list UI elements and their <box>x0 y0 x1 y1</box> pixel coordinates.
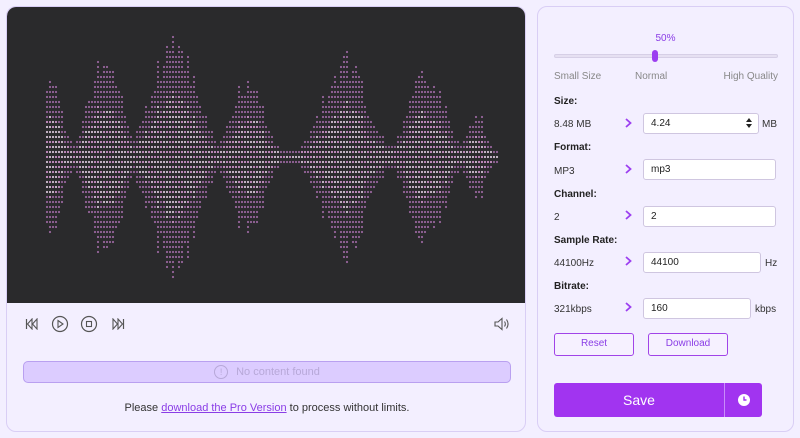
notice-text: No content found <box>236 366 320 378</box>
channel-original: 2 <box>554 212 560 223</box>
rewind-icon <box>25 318 38 330</box>
reset-button[interactable]: Reset <box>554 333 634 356</box>
quality-slider[interactable] <box>554 50 778 62</box>
pro-prefix: Please <box>124 402 159 414</box>
bitrate-original: 321kbps <box>554 304 592 315</box>
forward-button[interactable] <box>107 313 129 335</box>
waveform-preview <box>7 7 525 303</box>
chevron-right-icon <box>625 164 632 174</box>
slider-percent: 50% <box>655 33 676 44</box>
size-input-value: 4.24 <box>651 118 671 129</box>
save-label: Save <box>623 392 655 408</box>
small-size-label: Small Size <box>554 71 602 82</box>
settings-panel: 50% Small Size Normal High Quality Size:… <box>537 6 794 432</box>
volume-icon <box>494 317 509 331</box>
stop-button[interactable] <box>78 313 100 335</box>
pro-version-notice: Please download the Pro Version to proce… <box>7 402 525 414</box>
forward-icon <box>112 318 125 330</box>
sample-rate-input[interactable]: 44100 <box>643 252 761 273</box>
no-content-bar: ! No content found <box>23 361 511 383</box>
slider-labels: Small Size Normal High Quality <box>554 71 778 83</box>
sample-rate-unit: Hz <box>765 258 778 269</box>
high-quality-label: High Quality <box>723 71 778 82</box>
info-icon: ! <box>214 365 229 379</box>
volume-button[interactable] <box>491 313 513 335</box>
playback-controls <box>21 313 511 337</box>
size-title: Size: <box>554 96 578 107</box>
waveform-graphic <box>45 35 499 279</box>
format-original: MP3 <box>554 166 575 177</box>
channel-input[interactable]: 2 <box>643 206 776 227</box>
chevron-right-icon <box>625 210 632 220</box>
size-unit: MB <box>762 119 777 130</box>
download-button[interactable]: Download <box>648 333 728 356</box>
play-button[interactable] <box>49 313 71 335</box>
format-title: Format: <box>554 142 592 153</box>
sample-rate-original: 44100Hz <box>554 258 595 269</box>
sample-rate-title: Sample Rate: <box>554 235 618 246</box>
save-button[interactable]: Save <box>554 383 762 417</box>
slider-thumb[interactable] <box>651 50 658 62</box>
pro-suffix: to process without limits. <box>289 402 410 414</box>
play-icon <box>51 315 69 333</box>
download-pro-link[interactable]: download the Pro Version <box>161 402 286 414</box>
format-input[interactable]: mp3 <box>643 159 776 180</box>
stop-icon <box>80 315 98 333</box>
bitrate-title: Bitrate: <box>554 281 590 292</box>
bitrate-input[interactable]: 160 <box>643 298 751 319</box>
clock-icon <box>737 394 750 406</box>
schedule-button[interactable] <box>725 383 762 417</box>
bitrate-unit: kbps <box>755 304 777 315</box>
chevron-right-icon <box>625 118 632 128</box>
preview-panel: ! No content found Please download the P… <box>6 6 526 432</box>
rewind-button[interactable] <box>21 313 43 335</box>
normal-label: Normal <box>635 71 668 82</box>
size-input[interactable]: 4.24 <box>643 113 759 134</box>
chevron-right-icon <box>625 302 632 312</box>
channel-title: Channel: <box>554 189 597 200</box>
size-original: 8.48 MB <box>554 119 592 130</box>
chevron-right-icon <box>625 256 632 266</box>
spinner-icon[interactable] <box>745 116 753 130</box>
